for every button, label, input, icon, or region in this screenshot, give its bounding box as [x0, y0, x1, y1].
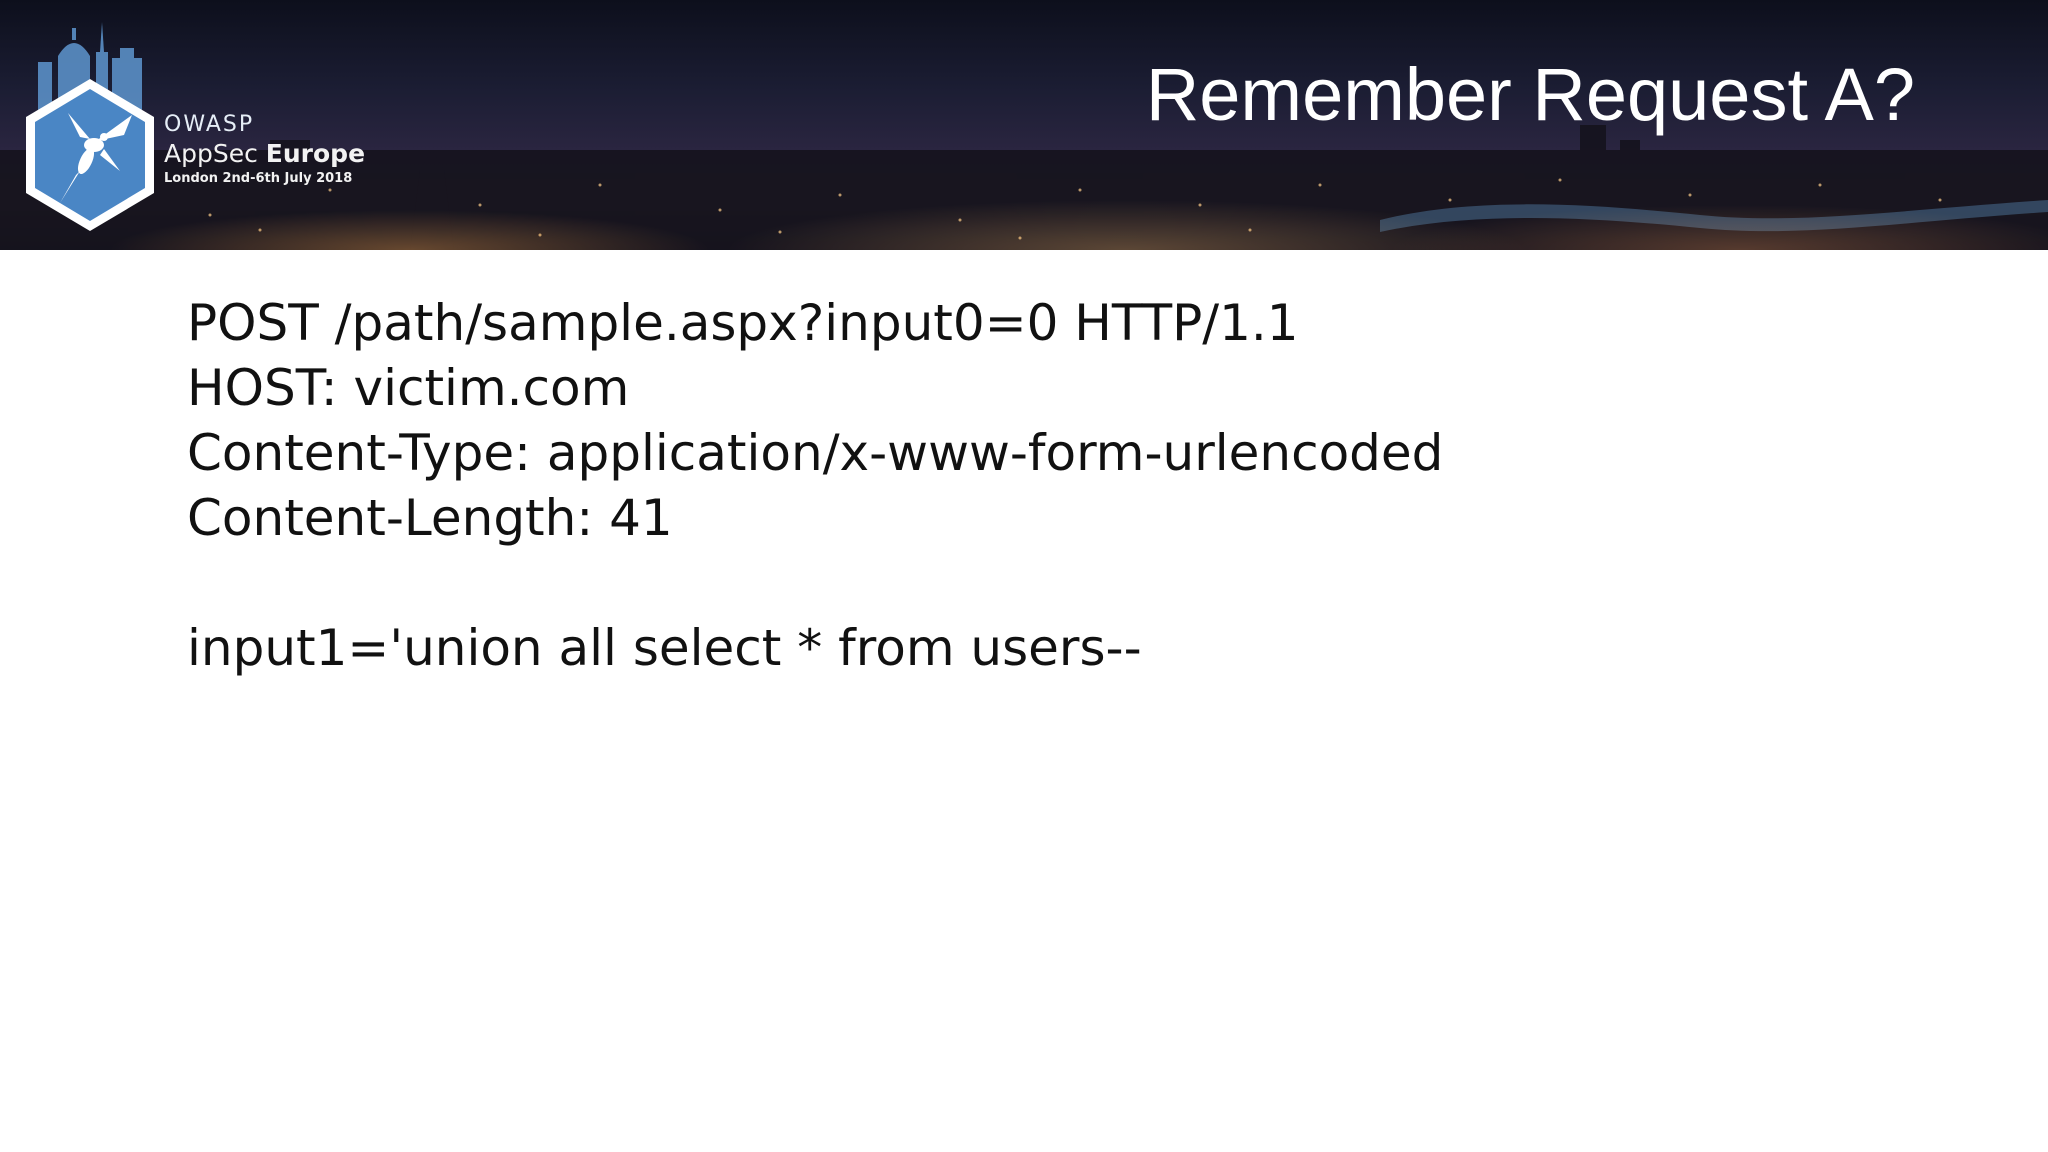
header-banner: OWASP AppSec Europe London 2nd-6th July … [0, 0, 2048, 250]
slide-body: POST /path/sample.aspx?input0=0 HTTP/1.1… [187, 291, 1443, 681]
event-brand: OWASP AppSec Europe London 2nd-6th July … [164, 112, 365, 188]
brand-event-bold: Europe [265, 139, 366, 168]
brand-dates: London 2nd-6th July 2018 [164, 171, 353, 186]
request-line-3: Content-Type: application/x-www-form-url… [187, 424, 1444, 482]
request-line-1: POST /path/sample.aspx?input0=0 HTTP/1.1 [187, 294, 1299, 352]
request-line-2: HOST: victim.com [187, 359, 630, 417]
brand-event-light: AppSec [164, 139, 258, 168]
owasp-logo-icon [26, 79, 154, 231]
brand-event: AppSec Europe [164, 138, 365, 170]
brand-org: OWASP [164, 112, 255, 137]
request-line-4: Content-Length: 41 [187, 489, 673, 547]
slide-title: Remember Request A? [1145, 53, 1915, 136]
request-body-line: input1='union all select * from users-- [187, 619, 1142, 677]
